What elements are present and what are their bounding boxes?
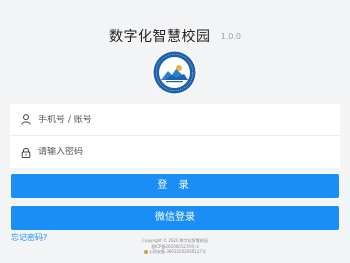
beian-row[interactable]: 公网安备 36010202000127号 (0, 249, 350, 255)
footer: Copyright © 2020 数字化智慧校园 晋ICP备2020001270… (0, 238, 350, 255)
lock-icon (19, 146, 32, 159)
app-title: 数字化智慧校园 (109, 29, 211, 45)
user-icon (19, 113, 32, 126)
username-input[interactable] (38, 114, 328, 125)
police-badge-icon (144, 249, 149, 254)
beian-text[interactable]: 公网安备 36010202000127号 (149, 249, 206, 254)
login-form (10, 104, 340, 168)
login-page: 数字化智慧校园 1.0.0 手机号 / 账号 登 录 微信登录 忘记密码? Co… (0, 0, 350, 263)
header: 数字化智慧校园 1.0.0 (0, 26, 350, 46)
password-field (10, 136, 340, 168)
school-emblem-icon (152, 50, 197, 95)
login-button[interactable]: 登 录 (11, 174, 339, 198)
wechat-login-button[interactable]: 微信登录 (11, 206, 339, 230)
username-field (10, 104, 340, 136)
app-version: 1.0.0 (220, 32, 241, 41)
password-input[interactable] (38, 147, 328, 157)
